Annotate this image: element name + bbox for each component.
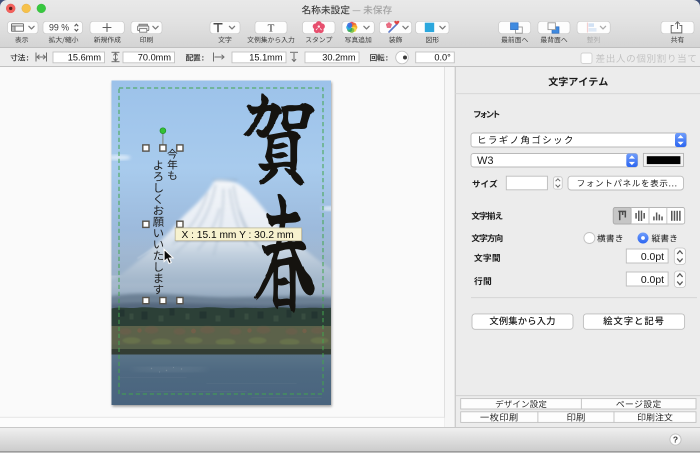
- svg-text:W3: W3: [477, 155, 494, 167]
- svg-text:0.0pt: 0.0pt: [641, 252, 664, 263]
- svg-text:X : 15.1 mm Y : 30.2 mm: X : 15.1 mm Y : 30.2 mm: [182, 230, 294, 241]
- svg-text:99 %: 99 %: [49, 23, 69, 33]
- svg-text:?: ?: [673, 435, 678, 445]
- svg-text:15.1mm: 15.1mm: [249, 52, 283, 62]
- svg-text:70.0mm: 70.0mm: [138, 52, 172, 62]
- svg-text:0.0pt: 0.0pt: [641, 275, 664, 286]
- svg-text:T: T: [268, 23, 275, 35]
- svg-text:15.6mm: 15.6mm: [68, 52, 102, 62]
- svg-text:0.0°: 0.0°: [434, 52, 451, 62]
- svg-text:30.2mm: 30.2mm: [322, 52, 356, 62]
